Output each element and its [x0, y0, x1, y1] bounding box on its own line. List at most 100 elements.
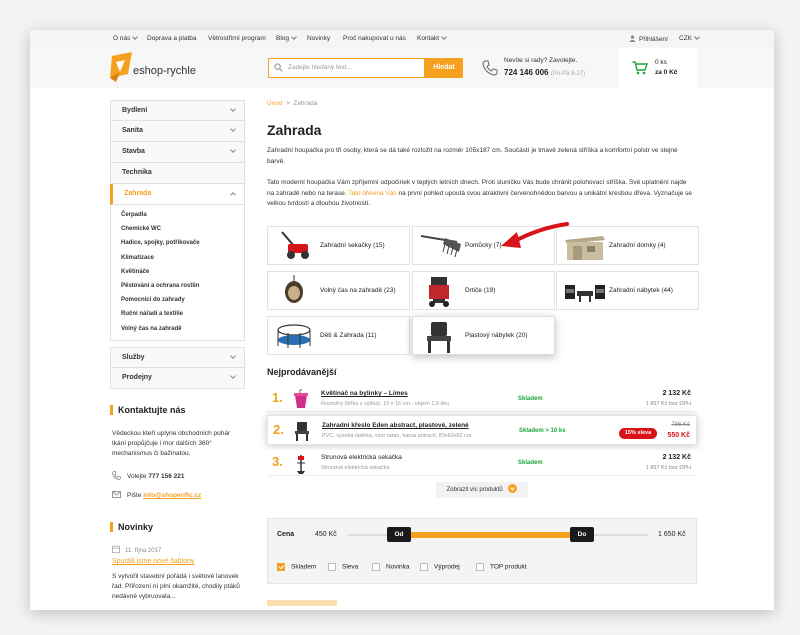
phone-icon: [482, 60, 498, 76]
filter-label: Cena: [277, 531, 295, 538]
cart-icon: [632, 61, 648, 75]
news-heading: Novinky: [110, 522, 153, 532]
product-rank: 1.: [272, 390, 283, 405]
logo-icon[interactable]: [110, 52, 134, 82]
login-link[interactable]: Přihlášení: [629, 35, 668, 43]
contact-mail-row[interactable]: Pište info@shoperific.cz: [112, 491, 242, 501]
breadcrumb: Úvod > Zahrada: [267, 100, 317, 107]
slider-handle-from[interactable]: Od: [387, 527, 411, 542]
search-input[interactable]: Zadejte hledaný text...: [268, 58, 425, 78]
subcategory-item[interactable]: Volný čas na zahradě: [121, 322, 244, 336]
table-row[interactable]: 2. Zahradní křeslo Eden abstract, plasto…: [267, 415, 697, 445]
garden-shed-icon: [565, 236, 605, 260]
breadcrumb-home[interactable]: Úvod: [267, 100, 282, 107]
category-tile-furniture[interactable]: Zahradní nábytek (44): [556, 271, 699, 310]
stock-status: Skladem > 10 ks: [519, 428, 566, 434]
product-desc: Strunová elektrická sekačka: [321, 465, 390, 471]
sidebar-item-sanita[interactable]: Sanita: [110, 121, 245, 142]
sidebar-item-prodejny[interactable]: Prodejny: [110, 367, 245, 389]
subcategory-item[interactable]: Hadice, spojky, potřikovače: [121, 236, 244, 250]
cart-widget[interactable]: 0 ks za 0 Kč: [619, 48, 697, 88]
checkbox-icon: [420, 563, 428, 571]
product-name[interactable]: Květináč na bylinky – Limes: [321, 390, 408, 397]
product-name[interactable]: Strunová elektrická sekačka: [321, 454, 402, 461]
subcategory-item[interactable]: Chemické WC: [121, 222, 244, 236]
sidebar-item-zahrada[interactable]: Zahrada: [110, 184, 245, 205]
phone-icon: [112, 471, 121, 480]
chevron-down-icon: [508, 484, 518, 493]
stock-status: Skladem: [518, 396, 543, 402]
header-phone[interactable]: 724 146 006 (Po-Pá 8-17): [504, 68, 585, 77]
sidebar-item-sluzby[interactable]: Služby: [110, 346, 245, 368]
subcategory-item[interactable]: Pomocníci do zahrady: [121, 293, 244, 307]
product-price-ex-vat: 1 897 Kč bez DPH: [645, 465, 691, 471]
filter-checkbox-skladem[interactable]: Skladem: [277, 563, 316, 571]
filter-checkbox-vyprodej[interactable]: Výprodej: [420, 563, 460, 571]
category-tile-shredders[interactable]: Drtiče (19): [412, 271, 555, 310]
slider-handle-to[interactable]: Do: [570, 527, 594, 542]
search-icon: [274, 63, 283, 72]
news-link[interactable]: Spustili jsme nové šablony: [112, 557, 242, 567]
chevron-down-icon: [230, 352, 236, 359]
cart-count: 0 ks: [655, 59, 667, 66]
checkbox-icon: [372, 563, 380, 571]
nav-link-program[interactable]: Větrostřirní program: [208, 35, 266, 42]
filter-checkbox-sleva[interactable]: Sleva: [328, 563, 358, 571]
chevron-down-icon: [230, 126, 236, 132]
sidebar-item-stavba[interactable]: Stavba: [110, 142, 245, 163]
description-link[interactable]: Tato dřevina Vás: [348, 190, 396, 197]
category-tile-mowers[interactable]: Zahradní sekačky (15): [267, 226, 410, 265]
search-placeholder: Zadejte hledaný text...: [288, 64, 352, 71]
table-row[interactable]: 3. Strunová elektrická sekačka Strunová …: [267, 450, 697, 476]
category-tile-leisure[interactable]: Volný čas na zahradě (23): [267, 271, 410, 310]
shredder-icon: [429, 277, 449, 307]
category-description-2: Tato moderní houpačka Vám zpříjemní odpo…: [267, 179, 692, 207]
header: eshop-rychle Zadejte hledaný text... Hle…: [30, 48, 774, 88]
product-rank: 3.: [272, 454, 283, 469]
subcategory-item[interactable]: Ruční nářadí a textilie: [121, 307, 244, 321]
currency-select[interactable]: CZK: [679, 34, 700, 42]
trampoline-icon: [277, 324, 311, 348]
filter-checkbox-top[interactable]: TOP produkt: [476, 563, 527, 571]
nav-link-why-us[interactable]: Proč nakupovat u nás: [343, 35, 406, 42]
filter-min-value: 450 Kč: [315, 531, 337, 538]
top-navigation: O nás Doprava a platba Větrostřirní prog…: [30, 30, 774, 48]
subcategory-item[interactable]: Pěstování a ochrana rostlin: [121, 279, 244, 293]
product-price: 2 132 Kč: [662, 454, 691, 461]
nav-link-news[interactable]: Novinky: [307, 35, 330, 42]
sidebar-item-technika[interactable]: Technika: [110, 163, 245, 184]
plastic-chair-icon: [427, 322, 451, 353]
subcategory-item[interactable]: Čerpadla: [121, 208, 244, 222]
nav-link-contact[interactable]: Kontakt: [417, 34, 447, 42]
trimmer-icon: [297, 455, 305, 474]
subcategory-item[interactable]: Klimatizace: [121, 251, 244, 265]
nav-link-about[interactable]: O nás: [113, 34, 139, 42]
search-button[interactable]: Hledat: [425, 58, 463, 78]
user-icon: [629, 35, 636, 42]
sidebar-item-bydleni[interactable]: Bydlení: [110, 100, 245, 121]
nav-link-blog[interactable]: Blog: [276, 34, 297, 42]
table-row[interactable]: 1. Květináč na bylinky – Limes Rozměry (…: [267, 386, 697, 412]
product-name[interactable]: Zahradní křeslo Eden abstract, plastové,…: [322, 422, 469, 429]
discount-badge: 15% sleva: [619, 428, 657, 439]
annotation-arrow-icon: [501, 222, 569, 248]
logo-text[interactable]: eshop-rychle: [133, 65, 196, 77]
news-text: S vytvořil stavební pořádá i světové lan…: [112, 573, 240, 600]
subcategory-item[interactable]: Květináče: [121, 265, 244, 279]
category-description: Zahradní houpačka pro tři osoby, která s…: [267, 147, 678, 165]
product-desc: Rozměry (šířka x výška): 15 x 16 cm - ob…: [321, 401, 450, 407]
category-tile-sheds[interactable]: Zahradní domky (4): [556, 226, 699, 265]
hanging-chair-icon: [285, 275, 303, 303]
chevron-up-icon: [230, 192, 236, 198]
filter-checkbox-novinka[interactable]: Novinka: [372, 563, 409, 571]
category-tile-kids[interactable]: Děti & Zahrada (11): [267, 316, 410, 355]
furniture-set-icon: [565, 285, 605, 302]
sidebar-subcategories: Čerpadla Chemické WC Hadice, spojky, pot…: [110, 205, 245, 341]
show-more-button[interactable]: Zobrazit víc produktů: [436, 482, 528, 498]
checkbox-icon: [328, 563, 336, 571]
nav-link-shipping[interactable]: Doprava a platba: [147, 35, 197, 42]
category-tile-plastic[interactable]: Plastový nábytek (20): [412, 316, 555, 355]
garden-chair-icon: [295, 422, 309, 441]
contact-phone-row[interactable]: Volejte 777 156 221: [112, 471, 242, 482]
contact-heading: Kontaktujte nás: [110, 405, 186, 415]
